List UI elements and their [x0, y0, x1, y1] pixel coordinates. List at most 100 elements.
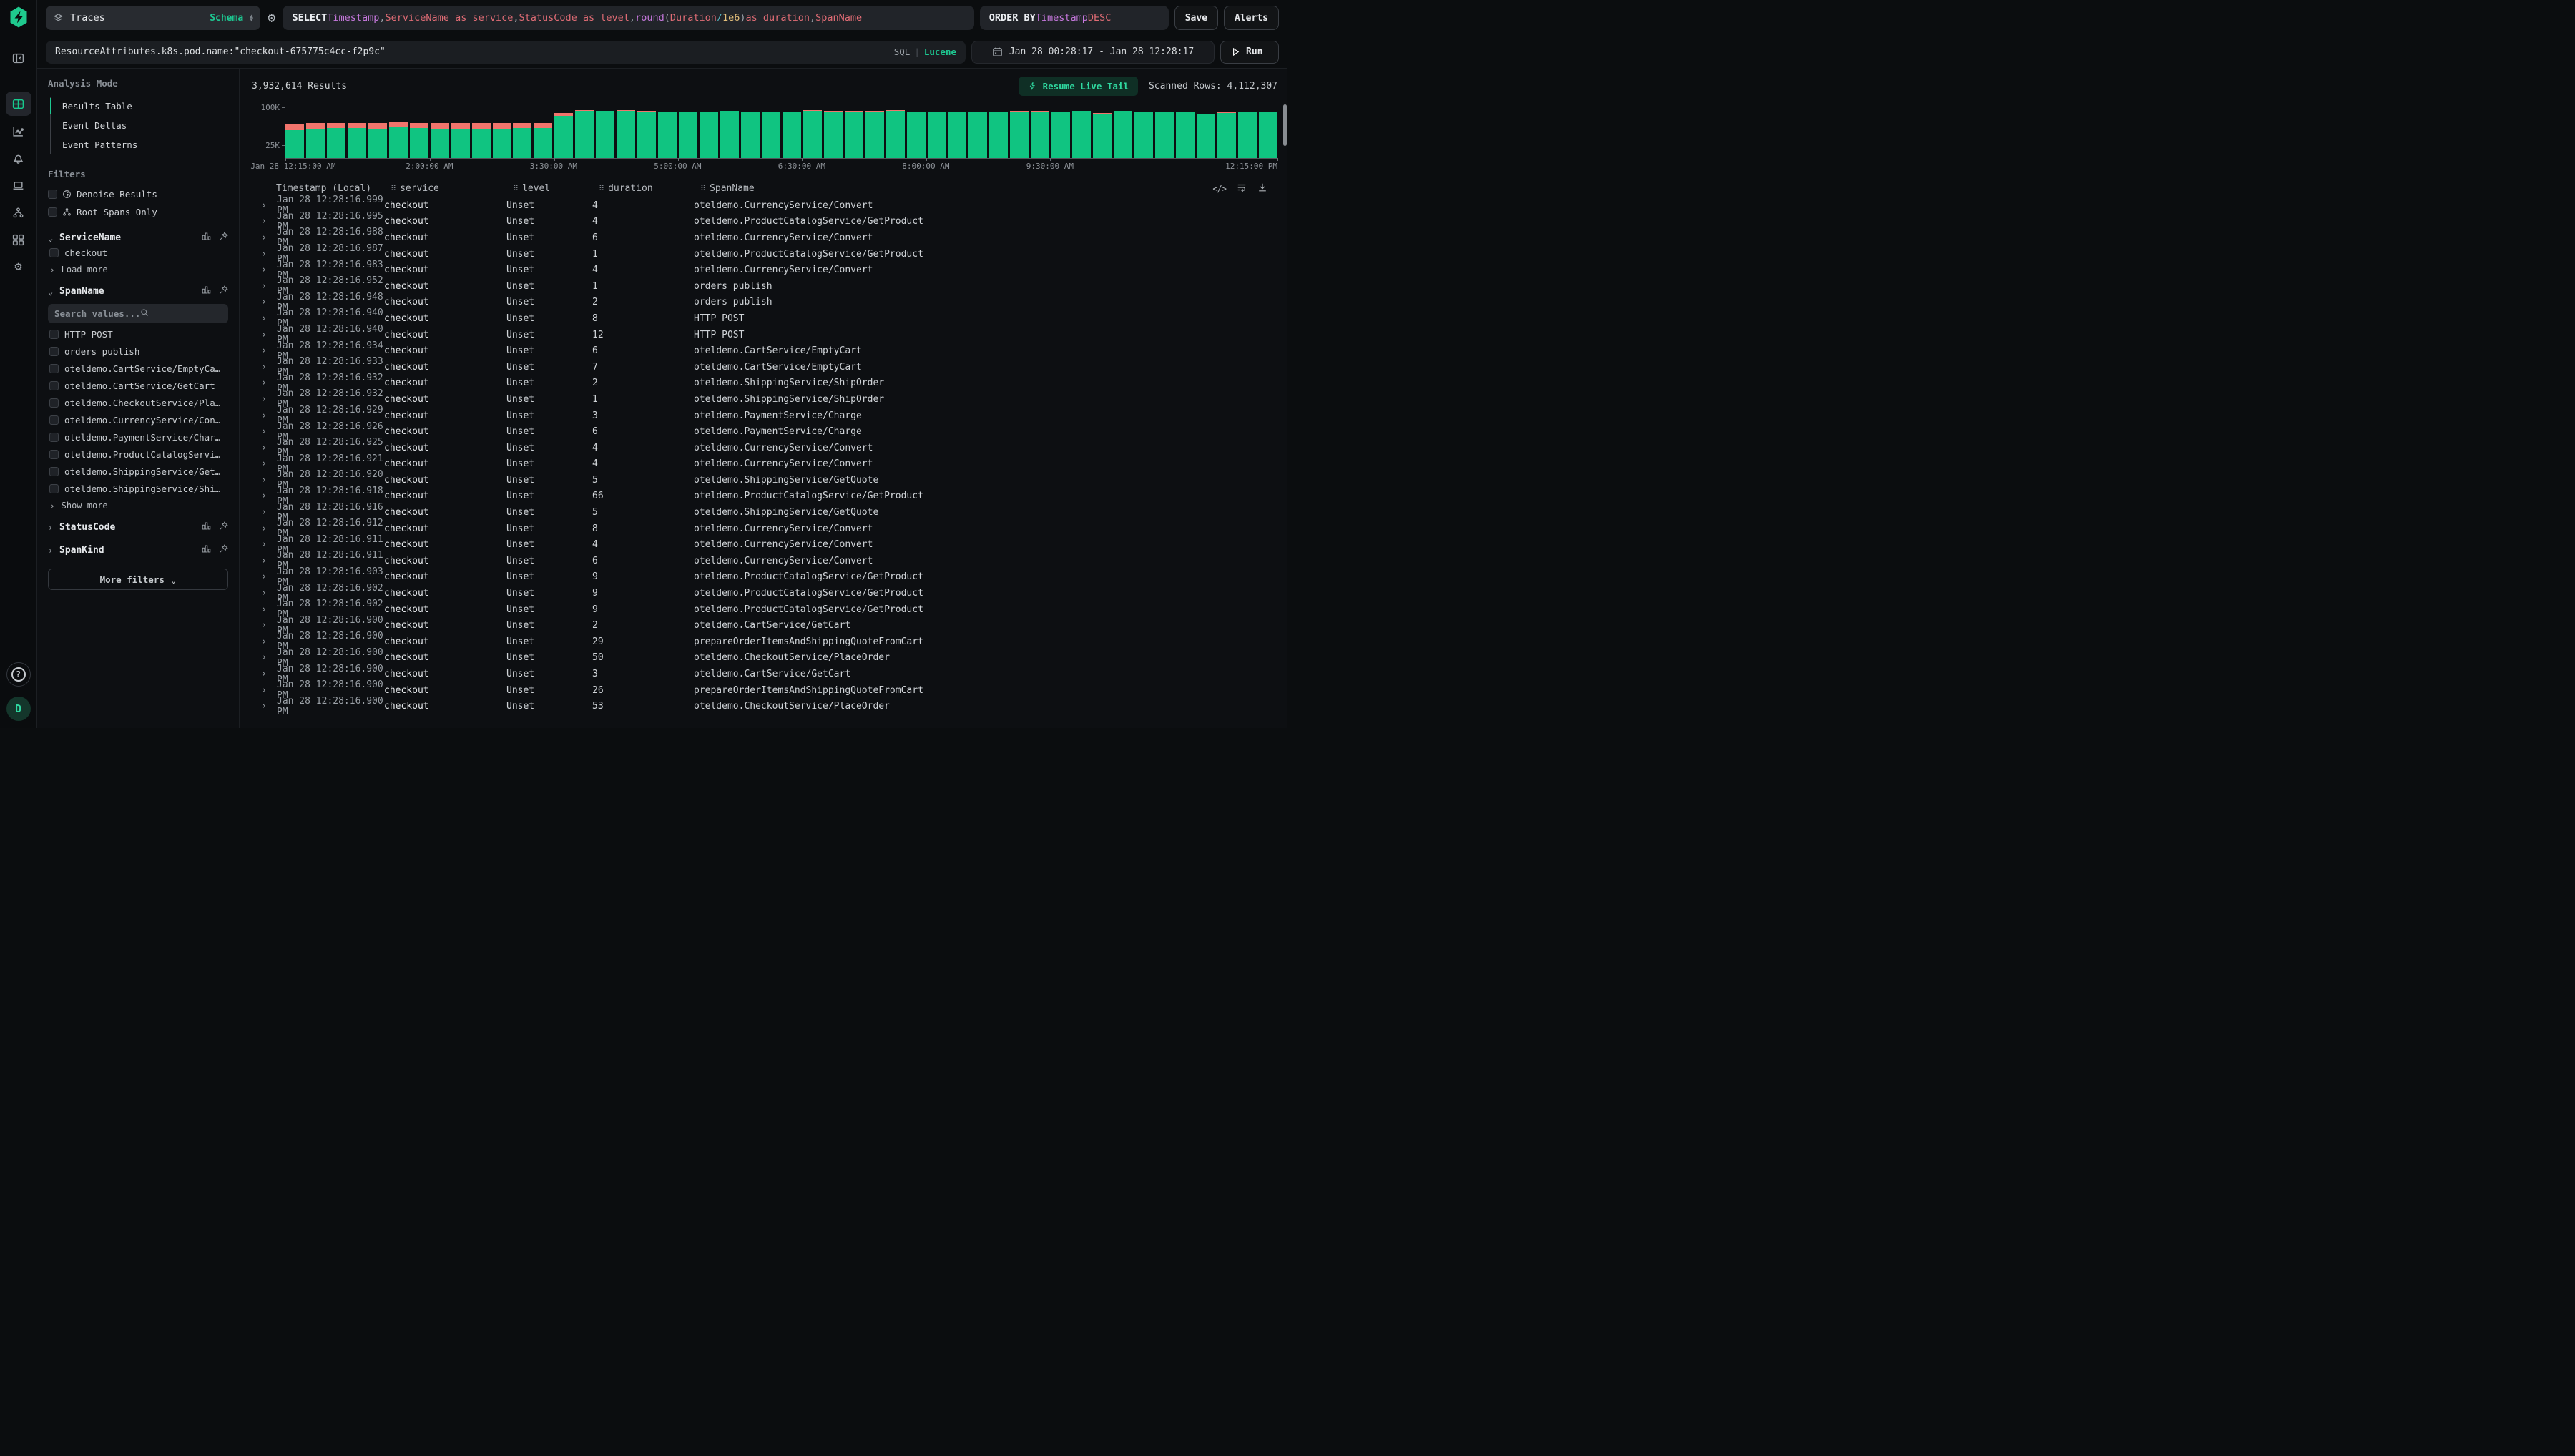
checkbox[interactable]	[49, 398, 59, 408]
filter-toggle[interactable]: Denoise Results	[48, 185, 228, 203]
table-row[interactable]: ›Jan 28 12:28:16.987 PMcheckoutUnset1ote…	[252, 246, 1277, 262]
checkbox[interactable]	[49, 450, 59, 459]
table-row[interactable]: ›Jan 28 12:28:16.900 PMcheckoutUnset2ote…	[252, 617, 1277, 634]
search-results-nav-icon[interactable]	[6, 92, 31, 116]
download-icon[interactable]	[1257, 182, 1267, 195]
analysis-mode-item[interactable]: Results Table	[52, 97, 228, 116]
table-row[interactable]: ›Jan 28 12:28:16.902 PMcheckoutUnset9ote…	[252, 585, 1277, 601]
table-row[interactable]: ›Jan 28 12:28:16.932 PMcheckoutUnset1ote…	[252, 391, 1277, 408]
source-selector[interactable]: Traces Schema ▲▼	[46, 6, 260, 30]
sessions-nav-icon[interactable]	[6, 173, 31, 197]
table-row[interactable]: ›Jan 28 12:28:16.920 PMcheckoutUnset5ote…	[252, 472, 1277, 488]
table-row[interactable]: ›Jan 28 12:28:16.952 PMcheckoutUnset1ord…	[252, 278, 1277, 295]
filter-group-header-spanname[interactable]: ⌄SpanName	[48, 285, 228, 297]
table-row[interactable]: ›Jan 28 12:28:16.926 PMcheckoutUnset6ote…	[252, 423, 1277, 440]
wrap-lines-icon[interactable]	[1237, 182, 1247, 195]
checkbox[interactable]	[49, 330, 59, 339]
checkbox[interactable]	[49, 347, 59, 356]
table-row[interactable]: ›Jan 28 12:28:16.903 PMcheckoutUnset9ote…	[252, 569, 1277, 586]
filter-group-header-statuscode[interactable]: ›StatusCode	[48, 521, 228, 533]
chart-explorer-nav-icon[interactable]	[6, 119, 31, 143]
drag-handle-icon[interactable]: ⠿	[513, 184, 519, 193]
table-row[interactable]: ›Jan 28 12:28:16.900 PMcheckoutUnset26pr…	[252, 682, 1277, 699]
column-header-level[interactable]: ⠿level	[513, 183, 599, 194]
alerts-button[interactable]: Alerts	[1224, 6, 1279, 30]
save-button[interactable]: Save	[1174, 6, 1218, 30]
table-row[interactable]: ›Jan 28 12:28:16.900 PMcheckoutUnset50ot…	[252, 650, 1277, 666]
filter-value-row[interactable]: oteldemo.ProductCatalogServi…	[49, 446, 228, 463]
filter-load-more[interactable]: ›Load more	[48, 261, 228, 275]
group-pin-icon[interactable]	[219, 232, 228, 244]
checkbox[interactable]	[49, 467, 59, 476]
sql-orderby-input[interactable]: ORDER BY Timestamp DESC	[980, 6, 1169, 30]
column-header-timestamp-local-[interactable]: Timestamp (Local)	[276, 183, 391, 194]
filter-group-header-servicename[interactable]: ⌄ServiceName	[48, 232, 228, 244]
checkbox[interactable]	[49, 415, 59, 425]
filter-show-more[interactable]: ›Show more	[48, 497, 228, 511]
table-row[interactable]: ›Jan 28 12:28:16.916 PMcheckoutUnset5ote…	[252, 504, 1277, 521]
drag-handle-icon[interactable]: ⠿	[599, 184, 604, 193]
view-code-icon[interactable]: </>	[1212, 184, 1226, 194]
filter-value-row[interactable]: oteldemo.CheckoutService/Pla…	[49, 394, 228, 411]
table-row[interactable]: ›Jan 28 12:28:16.934 PMcheckoutUnset6ote…	[252, 343, 1277, 359]
vertical-scrollbar[interactable]	[1283, 104, 1287, 146]
table-row[interactable]: ›Jan 28 12:28:16.929 PMcheckoutUnset3ote…	[252, 408, 1277, 424]
table-row[interactable]: ›Jan 28 12:28:16.902 PMcheckoutUnset9ote…	[252, 601, 1277, 618]
resume-live-tail-button[interactable]: Resume Live Tail	[1019, 77, 1138, 96]
checkbox[interactable]	[49, 433, 59, 442]
table-row[interactable]: ›Jan 28 12:28:16.925 PMcheckoutUnset4ote…	[252, 440, 1277, 456]
table-row[interactable]: ›Jan 28 12:28:16.911 PMcheckoutUnset6ote…	[252, 553, 1277, 569]
group-chart-icon[interactable]	[202, 544, 211, 556]
checkbox[interactable]	[49, 484, 59, 493]
analysis-mode-item[interactable]: Event Patterns	[52, 135, 228, 154]
group-pin-icon[interactable]	[219, 521, 228, 533]
table-row[interactable]: ›Jan 28 12:28:16.948 PMcheckoutUnset2ord…	[252, 295, 1277, 311]
filter-value-row[interactable]: oteldemo.CartService/EmptyCa…	[49, 360, 228, 377]
filter-value-row[interactable]: oteldemo.CartService/GetCart	[49, 377, 228, 394]
table-row[interactable]: ›Jan 28 12:28:16.983 PMcheckoutUnset4ote…	[252, 262, 1277, 278]
filter-value-row[interactable]: checkout	[49, 244, 228, 261]
lang-sql-option[interactable]: SQL	[894, 46, 911, 57]
filter-value-row[interactable]: oteldemo.ShippingService/Get…	[49, 463, 228, 480]
language-toggle[interactable]: SQL|Lucene	[894, 46, 956, 57]
lucene-search-input[interactable]: ResourceAttributes.k8s.pod.name:"checkou…	[46, 41, 966, 64]
column-header-spanname[interactable]: ⠿SpanName	[700, 183, 1212, 194]
help-icon[interactable]: ?	[6, 662, 31, 687]
table-row[interactable]: ›Jan 28 12:28:16.940 PMcheckoutUnset12HT…	[252, 327, 1277, 343]
group-chart-icon[interactable]	[202, 521, 211, 533]
checkbox[interactable]	[49, 381, 59, 390]
analysis-mode-item[interactable]: Event Deltas	[52, 116, 228, 135]
table-row[interactable]: ›Jan 28 12:28:16.933 PMcheckoutUnset7ote…	[252, 359, 1277, 375]
filter-value-row[interactable]: HTTP POST	[49, 325, 228, 343]
checkbox[interactable]	[48, 207, 57, 217]
table-row[interactable]: ›Jan 28 12:28:16.900 PMcheckoutUnset53ot…	[252, 698, 1277, 714]
user-avatar[interactable]: D	[6, 697, 31, 721]
table-row[interactable]: ›Jan 28 12:28:16.932 PMcheckoutUnset2ote…	[252, 375, 1277, 392]
column-header-duration[interactable]: ⠿duration	[599, 183, 700, 194]
table-row[interactable]: ›Jan 28 12:28:16.900 PMcheckoutUnset3ote…	[252, 666, 1277, 682]
table-row[interactable]: ›Jan 28 12:28:16.900 PMcheckoutUnset29pr…	[252, 634, 1277, 650]
collapse-panel-icon[interactable]	[6, 46, 31, 70]
table-row[interactable]: ›Jan 28 12:28:16.912 PMcheckoutUnset8ote…	[252, 521, 1277, 537]
group-chart-icon[interactable]	[202, 285, 211, 297]
filter-value-row[interactable]: oteldemo.PaymentService/Char…	[49, 428, 228, 446]
dashboards-nav-icon[interactable]	[6, 227, 31, 252]
group-pin-icon[interactable]	[219, 285, 228, 297]
filter-group-header-spankind[interactable]: ›SpanKind	[48, 544, 228, 556]
time-range-picker[interactable]: Jan 28 00:28:17 - Jan 28 12:28:17	[971, 41, 1215, 64]
filter-search-input[interactable]: Search values...	[48, 304, 228, 323]
sql-select-input[interactable]: SELECT Timestamp, ServiceName as service…	[283, 6, 973, 30]
filter-value-row[interactable]: orders publish	[49, 343, 228, 360]
filter-value-row[interactable]: oteldemo.CurrencyService/Con…	[49, 411, 228, 428]
filter-toggle[interactable]: Root Spans Only	[48, 203, 228, 221]
table-row[interactable]: ›Jan 28 12:28:16.940 PMcheckoutUnset8HTT…	[252, 310, 1277, 327]
histogram-plot-area[interactable]: 25K100K	[285, 104, 1277, 159]
settings-nav-icon[interactable]: ⚙	[6, 255, 31, 279]
table-row[interactable]: ›Jan 28 12:28:16.999 PMcheckoutUnset4ote…	[252, 197, 1277, 214]
drag-handle-icon[interactable]: ⠿	[391, 184, 396, 193]
table-row[interactable]: ›Jan 28 12:28:16.988 PMcheckoutUnset6ote…	[252, 230, 1277, 246]
run-button[interactable]: Run	[1220, 41, 1279, 64]
lang-lucene-option[interactable]: Lucene	[924, 46, 956, 57]
checkbox[interactable]	[48, 190, 57, 199]
group-chart-icon[interactable]	[202, 232, 211, 244]
